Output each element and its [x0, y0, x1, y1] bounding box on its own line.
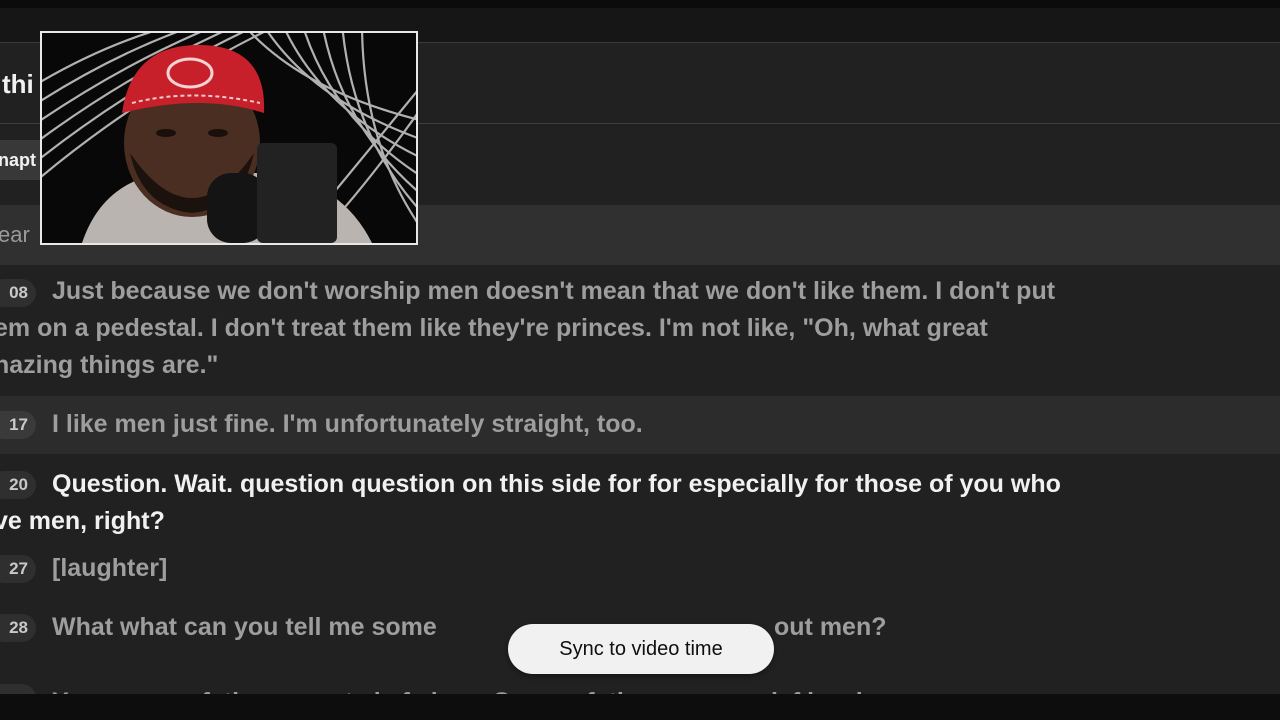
segment-text: What what can you tell me some	[52, 613, 437, 641]
webcam-overlay	[40, 31, 418, 245]
segment-text: out men?	[774, 613, 887, 641]
segment-timestamp[interactable]: 20	[0, 471, 36, 499]
segment-text: Just because we don't worship men doesn'…	[52, 277, 1056, 305]
transcript-segment[interactable]: 17 I like men just fine. I'm unfortunate…	[0, 396, 1280, 454]
segment-text: Yo o f th t l f l S f th l f l l	[52, 684, 1280, 694]
transcript-segment[interactable]: 27 [laughter]	[0, 540, 1280, 598]
segment-text: I like men just fine. I'm unfortunately …	[52, 410, 643, 438]
segment-text: [laughter]	[52, 554, 168, 582]
sync-to-video-time-button[interactable]: Sync to video time	[508, 624, 774, 674]
transcript-segment[interactable]: 08 Just because we don't worship men doe…	[0, 265, 1280, 396]
segment-text: nazing things are."	[0, 351, 219, 379]
bottom-bar	[0, 694, 1280, 720]
webcam-image	[42, 33, 416, 243]
segment-timestamp[interactable]: 08	[0, 279, 36, 307]
video-frame: thi napt 08 Just because we don't worshi…	[0, 0, 1280, 720]
transcript-segment-current[interactable]: 20 Question. Wait. question question on …	[0, 454, 1280, 540]
panel-title: thi	[2, 69, 34, 99]
segment-text: ve men, right?	[0, 507, 165, 535]
segment-timestamp[interactable]: 27	[0, 555, 36, 583]
top-bar	[0, 0, 1280, 8]
segment-text: Question. Wait. question question on thi…	[52, 470, 1061, 498]
segment-timestamp[interactable]: 28	[0, 614, 36, 642]
segment-timestamp[interactable]	[0, 684, 36, 694]
segment-text: em on a pedestal. I don't treat them lik…	[0, 314, 988, 342]
segment-timestamp[interactable]: 17	[0, 411, 36, 439]
